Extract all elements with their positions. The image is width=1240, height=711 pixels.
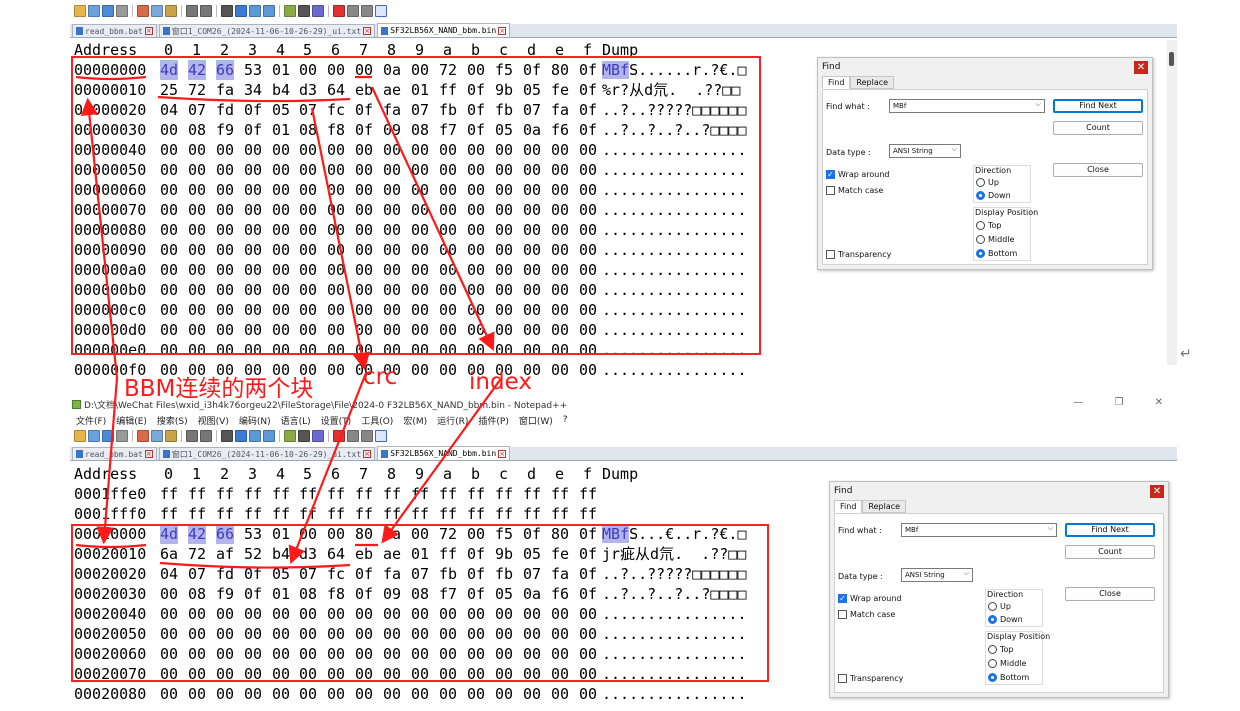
tab-replace[interactable]: Replace bbox=[850, 76, 895, 89]
position-middle-label: Middle bbox=[988, 235, 1015, 244]
underline-bottom-addr bbox=[75, 543, 147, 549]
wrap-around-checkbox[interactable]: ✓ bbox=[838, 594, 847, 603]
direction-down-label: Down bbox=[1000, 615, 1023, 624]
wrap-around-checkbox[interactable]: ✓ bbox=[826, 170, 835, 179]
wrap-around-label: Wrap around bbox=[850, 594, 902, 603]
transparency-checkbox[interactable] bbox=[838, 674, 847, 683]
direction-label: Direction bbox=[975, 166, 1012, 175]
find-next-button[interactable]: Find Next bbox=[1053, 99, 1143, 113]
screenshot-root: read_bbm.bat × 窗口1_COM26_(2024-11-06-10-26… bbox=[0, 0, 1240, 711]
underline-bottom-crc bbox=[159, 561, 351, 569]
find-what-label: Find what : bbox=[838, 526, 882, 535]
find-dialog-title: Find bbox=[822, 62, 841, 72]
find-body: Find what : MBf ⌵ Find Next Count Data type :… bbox=[834, 513, 1164, 693]
arrow-bbm-top bbox=[80, 97, 119, 379]
position-top-label: Top bbox=[1000, 645, 1014, 654]
find-tabs: Find Replace bbox=[834, 500, 907, 513]
tab-replace[interactable]: Replace bbox=[862, 500, 907, 513]
data-type-value: ANSI String bbox=[905, 571, 945, 579]
chevron-down-icon[interactable]: ⌵ bbox=[1036, 100, 1041, 109]
find-what-input[interactable]: MBf ⌵ bbox=[889, 99, 1045, 113]
direction-down-radio[interactable] bbox=[988, 615, 997, 624]
data-type-value: ANSI String bbox=[893, 147, 933, 155]
underline-top-addr bbox=[75, 75, 147, 81]
find-what-label: Find what : bbox=[826, 102, 870, 111]
transparency-label: Transparency bbox=[850, 674, 904, 683]
position-bottom-label: Bottom bbox=[1000, 673, 1030, 682]
tab-find[interactable]: Find bbox=[822, 76, 851, 89]
close-icon[interactable]: ✕ bbox=[1150, 485, 1164, 498]
direction-up-label: Up bbox=[988, 178, 999, 187]
annotation-bbm: BBM连续的两个块 bbox=[124, 376, 314, 402]
underline-top-crc bbox=[157, 95, 351, 103]
data-type-label: Data type : bbox=[826, 148, 871, 157]
match-case-label: Match case bbox=[838, 186, 884, 195]
position-bottom-radio[interactable] bbox=[976, 249, 985, 258]
find-what-value: MBf bbox=[893, 102, 907, 110]
position-bottom-label: Bottom bbox=[988, 249, 1018, 258]
return-mark: ↵ bbox=[1180, 346, 1192, 362]
wrap-around-label: Wrap around bbox=[838, 170, 890, 179]
position-middle-label: Middle bbox=[1000, 659, 1027, 668]
tab-find[interactable]: Find bbox=[834, 500, 863, 513]
data-type-select[interactable]: ANSI String ⌵ bbox=[889, 144, 961, 158]
direction-down-label: Down bbox=[988, 191, 1011, 200]
find-next-button[interactable]: Find Next bbox=[1065, 523, 1155, 537]
position-bottom-radio[interactable] bbox=[988, 673, 997, 682]
direction-up-radio[interactable] bbox=[988, 602, 997, 611]
display-position-label: Display Position bbox=[987, 632, 1051, 641]
position-middle-radio[interactable] bbox=[976, 235, 985, 244]
find-dialog-top: Find ✕ Find Replace Find what : MBf ⌵ Find Next… bbox=[817, 57, 1153, 270]
chevron-down-icon[interactable]: ⌵ bbox=[952, 145, 957, 154]
count-button[interactable]: Count bbox=[1053, 121, 1143, 135]
find-body: Find what : MBf ⌵ Find Next Count Data type :… bbox=[822, 89, 1148, 265]
position-top-radio[interactable] bbox=[976, 221, 985, 230]
close-button[interactable]: Close bbox=[1053, 163, 1143, 177]
match-case-checkbox[interactable] bbox=[826, 186, 835, 195]
position-top-radio[interactable] bbox=[988, 645, 997, 654]
find-tabs: Find Replace bbox=[822, 76, 895, 89]
transparency-checkbox[interactable] bbox=[826, 250, 835, 259]
arrow-index-bottom bbox=[381, 379, 501, 544]
count-button[interactable]: Count bbox=[1065, 545, 1155, 559]
arrow-crc-top bbox=[310, 107, 371, 371]
direction-label: Direction bbox=[987, 590, 1024, 599]
display-position-label: Display Position bbox=[975, 208, 1039, 217]
direction-up-radio[interactable] bbox=[976, 178, 985, 187]
arrow-index-top bbox=[371, 86, 495, 351]
match-case-checkbox[interactable] bbox=[838, 610, 847, 619]
close-icon[interactable]: ✕ bbox=[1134, 61, 1148, 74]
annotation-crc: crc bbox=[363, 364, 398, 390]
position-top-label: Top bbox=[988, 221, 1002, 230]
arrow-bbm-bottom bbox=[96, 377, 119, 545]
direction-down-radio[interactable] bbox=[976, 191, 985, 200]
data-type-label: Data type : bbox=[838, 572, 883, 581]
chevron-down-icon[interactable]: ⌵ bbox=[1048, 524, 1053, 533]
match-case-label: Match case bbox=[850, 610, 896, 619]
find-what-input[interactable]: MBf ⌵ bbox=[901, 523, 1057, 537]
chevron-down-icon[interactable]: ⌵ bbox=[964, 569, 969, 578]
close-button[interactable]: Close bbox=[1065, 587, 1155, 601]
find-dialog-title: Find bbox=[834, 486, 853, 496]
transparency-label: Transparency bbox=[838, 250, 892, 259]
find-dialog-bottom: Find ✕ Find Replace Find what : MBf ⌵ Find Next… bbox=[829, 481, 1169, 698]
data-type-select[interactable]: ANSI String ⌵ bbox=[901, 568, 973, 582]
annotation-index: index bbox=[469, 369, 532, 395]
direction-up-label: Up bbox=[1000, 602, 1011, 611]
position-middle-radio[interactable] bbox=[988, 659, 997, 668]
find-what-value: MBf bbox=[905, 526, 919, 534]
